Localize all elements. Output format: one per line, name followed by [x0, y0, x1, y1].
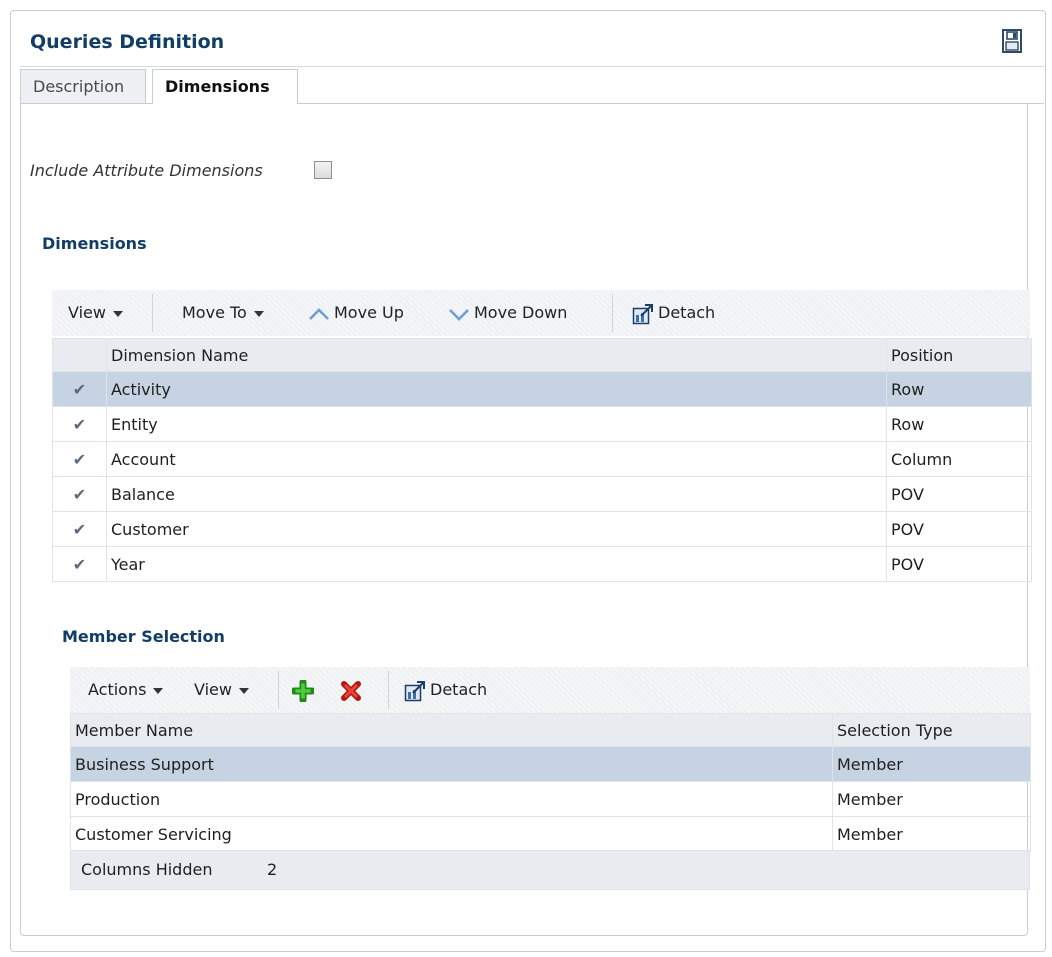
include-attribute-dimensions-checkbox[interactable]	[314, 161, 332, 179]
check-icon: ✔	[52, 546, 107, 582]
table-header-row: Dimension Name Position	[52, 338, 1032, 372]
member-name-cell: Customer Servicing	[70, 816, 833, 852]
dimensions-toolbar: View Move To Move Up Move Down Detach	[52, 290, 1030, 336]
detach-label: Detach	[658, 303, 716, 322]
view-menu-label: View	[68, 303, 106, 322]
delete-icon	[341, 680, 361, 701]
position-cell: Row	[886, 371, 1032, 407]
tab-description[interactable]: Description	[20, 69, 146, 103]
chevron-down-arrow-icon	[449, 308, 469, 321]
move-down-button[interactable]: Move Down	[448, 290, 567, 336]
table-row[interactable]: Customer Servicing Member	[70, 816, 1031, 852]
toolbar-separator	[612, 294, 613, 332]
table-row[interactable]: Production Member	[70, 781, 1031, 817]
dimension-name-cell: Entity	[106, 406, 887, 442]
columns-hidden-count: 2	[267, 860, 278, 879]
member-view-label: View	[194, 680, 232, 699]
member-name-column-header[interactable]: Member Name	[70, 713, 833, 747]
member-detach-label: Detach	[430, 680, 488, 699]
table-row[interactable]: ✔ Entity Row	[52, 406, 1032, 442]
chevron-up-icon	[309, 307, 329, 320]
move-down-label: Move Down	[474, 303, 568, 322]
table-header-row: Member Name Selection Type	[70, 713, 1031, 747]
check-icon: ✔	[52, 441, 107, 477]
table-row[interactable]: ✔ Customer POV	[52, 511, 1032, 547]
toolbar-separator	[278, 671, 279, 709]
selection-type-cell: Member	[832, 746, 1031, 782]
add-member-button[interactable]	[290, 667, 316, 713]
member-name-cell: Business Support	[70, 746, 833, 782]
move-to-menu[interactable]: Move To	[182, 290, 264, 336]
dimensions-heading: Dimensions	[42, 234, 147, 253]
table-row[interactable]: ✔ Account Column	[52, 441, 1032, 477]
table-row[interactable]: ✔ Year POV	[52, 546, 1032, 582]
chevron-down-icon	[153, 687, 164, 694]
actions-menu-label: Actions	[88, 680, 147, 699]
position-cell: POV	[886, 546, 1032, 582]
check-column-header	[52, 338, 107, 372]
move-to-label: Move To	[182, 303, 247, 322]
selection-type-cell: Member	[832, 781, 1031, 817]
dimension-name-cell: Balance	[106, 476, 887, 512]
member-detach-button[interactable]: Detach	[404, 667, 487, 713]
detach-button[interactable]: Detach	[632, 290, 715, 336]
member-selection-toolbar: Actions View Detach	[70, 667, 1030, 713]
member-view-menu[interactable]: View	[194, 667, 249, 713]
table-row[interactable]: ✔ Balance POV	[52, 476, 1032, 512]
plus-icon	[290, 678, 316, 703]
position-cell: POV	[886, 476, 1032, 512]
chevron-down-icon	[112, 310, 123, 317]
check-icon: ✔	[52, 511, 107, 547]
dimension-name-cell: Year	[106, 546, 887, 582]
delete-member-button[interactable]	[340, 667, 362, 713]
view-menu[interactable]: View	[68, 290, 123, 336]
actions-menu[interactable]: Actions	[88, 667, 164, 713]
member-name-cell: Production	[70, 781, 833, 817]
title-divider	[20, 66, 1044, 67]
columns-hidden-footer: Columns Hidden 2	[70, 850, 1030, 890]
table-row[interactable]: ✔ Activity Row	[52, 371, 1032, 407]
dimensions-table: Dimension Name Position ✔ Activity Row ✔…	[52, 338, 1032, 582]
detach-icon	[404, 680, 425, 701]
check-icon: ✔	[52, 406, 107, 442]
detach-icon	[632, 303, 653, 324]
toolbar-separator	[388, 671, 389, 709]
columns-hidden-label: Columns Hidden	[81, 860, 213, 879]
tab-dimensions[interactable]: Dimensions	[152, 69, 298, 104]
move-up-button[interactable]: Move Up	[308, 290, 404, 336]
check-icon: ✔	[52, 476, 107, 512]
member-selection-table: Member Name Selection Type Business Supp…	[70, 713, 1031, 852]
selection-type-column-header[interactable]: Selection Type	[832, 713, 1031, 747]
chevron-down-icon	[238, 687, 249, 694]
dimension-name-column-header[interactable]: Dimension Name	[106, 338, 887, 372]
position-cell: POV	[886, 511, 1032, 547]
chevron-down-icon	[253, 310, 264, 317]
page-title: Queries Definition	[30, 31, 225, 53]
position-column-header[interactable]: Position	[886, 338, 1032, 372]
dimension-name-cell: Account	[106, 441, 887, 477]
selection-type-cell: Member	[832, 816, 1031, 852]
table-row[interactable]: Business Support Member	[70, 746, 1031, 782]
move-up-label: Move Up	[334, 303, 404, 322]
position-cell: Column	[886, 441, 1032, 477]
member-selection-heading: Member Selection	[62, 627, 225, 646]
check-icon: ✔	[52, 371, 107, 407]
save-icon[interactable]	[1001, 28, 1023, 54]
toolbar-separator	[152, 294, 153, 332]
dimension-name-cell: Customer	[106, 511, 887, 547]
include-attribute-dimensions-label: Include Attribute Dimensions	[30, 161, 263, 180]
position-cell: Row	[886, 406, 1032, 442]
dimension-name-cell: Activity	[106, 371, 887, 407]
